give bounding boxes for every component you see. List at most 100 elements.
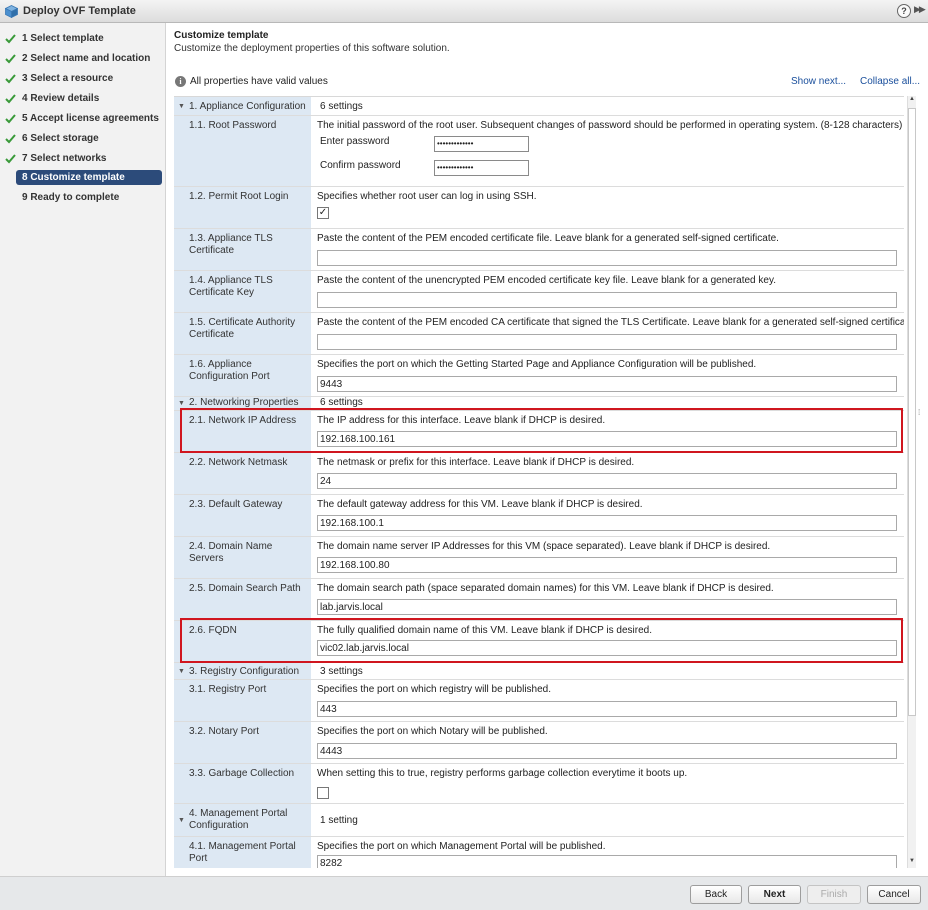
property-label: 4.1. Management Portal Port	[189, 841, 296, 864]
step-label: 2 Select name and location	[22, 53, 151, 64]
property-label: 1.4. Appliance TLS Certificate Key	[189, 275, 273, 298]
scroll-up-icon[interactable]: ▲	[908, 96, 916, 106]
next-button[interactable]: Next	[748, 885, 801, 904]
cancel-button[interactable]: Cancel	[867, 885, 921, 904]
property-network-netmask: 2.2. Network Netmask The netmask or pref…	[174, 453, 904, 495]
step-select-networks[interactable]: 7 Select networks	[0, 151, 166, 168]
property-configuration-port: 1.6. Appliance Configuration Port Specif…	[174, 355, 904, 397]
property-label: 2.4. Domain Name Servers	[189, 541, 273, 564]
step-review-details[interactable]: 4 Review details	[0, 91, 166, 108]
property-label: 1.2. Permit Root Login	[189, 191, 289, 202]
collapse-caret-icon[interactable]: ▼	[178, 400, 185, 407]
step-select-template[interactable]: 1 Select template	[0, 31, 166, 48]
property-description: Paste the content of the unencrypted PEM…	[317, 275, 776, 286]
property-label: 2.5. Domain Search Path	[189, 583, 301, 594]
property-registry-port: 3.1. Registry Port Specifies the port on…	[174, 680, 904, 722]
window-title: Deploy OVF Template	[23, 5, 136, 17]
property-description: The default gateway address for this VM.…	[317, 499, 643, 510]
collapse-all-link[interactable]: Collapse all...	[860, 76, 920, 87]
property-description: Paste the content of the PEM encoded CA …	[317, 317, 904, 328]
expand-icon[interactable]: ▶▶	[914, 4, 926, 15]
property-label: 1.1. Root Password	[189, 120, 277, 131]
registry-port-input[interactable]: 443	[317, 701, 897, 717]
back-button[interactable]: Back	[690, 885, 742, 904]
show-next-link[interactable]: Show next...	[791, 76, 846, 87]
highlight-network-ip	[180, 408, 903, 453]
property-label: 1.3. Appliance TLS Certificate	[189, 233, 273, 256]
checkmark-icon	[5, 154, 16, 164]
property-description: Paste the content of the PEM encoded cer…	[317, 233, 779, 244]
group-count: 6 settings	[320, 397, 363, 408]
page-subtitle: Customize the deployment properties of t…	[174, 43, 450, 54]
step-label: 9 Ready to complete	[22, 192, 120, 203]
group-management-portal-configuration[interactable]: ▼ 4. Management Portal Configuration 1 s…	[174, 804, 904, 837]
resize-grip-icon[interactable]: ⁞	[918, 408, 920, 417]
configuration-port-input[interactable]: 9443	[317, 376, 897, 392]
page-title: Customize template	[174, 30, 269, 41]
step-label: 3 Select a resource	[22, 73, 114, 84]
property-description: The domain search path (space separated …	[317, 583, 774, 594]
checkmark-icon	[5, 94, 16, 104]
notary-port-input[interactable]: 4443	[317, 743, 897, 759]
group-label: 4. Management Portal Configuration	[189, 808, 288, 831]
step-label: 5 Accept license agreements	[22, 113, 159, 124]
collapse-caret-icon[interactable]: ▼	[178, 103, 185, 110]
property-label: 3.3. Garbage Collection	[189, 768, 295, 779]
property-description: Specifies the port on which the Getting …	[317, 359, 757, 370]
tls-certificate-input[interactable]	[317, 250, 897, 266]
ca-certificate-input[interactable]	[317, 334, 897, 350]
property-description: The initial password of the root user. S…	[317, 120, 903, 131]
netmask-input[interactable]: 24	[317, 473, 897, 489]
checkmark-icon	[5, 114, 16, 124]
scroll-down-icon[interactable]: ▼	[908, 858, 916, 868]
properties-table: ▼ 1. Appliance Configuration 6 settings …	[174, 96, 904, 868]
info-icon: i	[175, 76, 186, 87]
step-select-resource[interactable]: 3 Select a resource	[0, 71, 166, 88]
property-garbage-collection: 3.3. Garbage Collection When setting thi…	[174, 764, 904, 804]
collapse-caret-icon[interactable]: ▼	[178, 817, 185, 824]
property-description: The domain name server IP Addresses for …	[317, 541, 771, 552]
property-dns-servers: 2.4. Domain Name Servers The domain name…	[174, 537, 904, 579]
property-label: 2.3. Default Gateway	[189, 499, 283, 510]
tls-key-input[interactable]	[317, 292, 897, 308]
property-root-password: 1.1. Root Password The initial password …	[174, 116, 904, 187]
step-label: 6 Select storage	[22, 133, 99, 144]
checkmark-icon	[5, 134, 16, 144]
dns-servers-input[interactable]: 192.168.100.80	[317, 557, 897, 573]
ovf-template-icon	[5, 5, 18, 18]
group-count: 3 settings	[320, 666, 363, 677]
group-appliance-configuration[interactable]: ▼ 1. Appliance Configuration 6 settings	[174, 97, 904, 116]
step-customize-template[interactable]: 8 Customize template	[0, 170, 166, 187]
scrollbar-thumb[interactable]	[908, 108, 916, 716]
group-label: 3. Registry Configuration	[189, 666, 300, 677]
property-management-portal-port: 4.1. Management Portal Port Specifies th…	[174, 837, 904, 868]
garbage-collection-checkbox[interactable]	[317, 787, 329, 799]
collapse-caret-icon[interactable]: ▼	[178, 668, 185, 675]
property-domain-search-path: 2.5. Domain Search Path The domain searc…	[174, 579, 904, 621]
step-label: 1 Select template	[22, 33, 104, 44]
property-description: Specifies the port on which registry wil…	[317, 684, 552, 695]
properties-scrollbar[interactable]: ▲ ▼	[907, 96, 916, 868]
window-titlebar: Deploy OVF Template ? ▶▶	[0, 0, 928, 23]
property-description: Specifies whether root user can log in u…	[317, 191, 537, 202]
checkmark-icon	[5, 54, 16, 64]
property-description: Specifies the port on which Management P…	[317, 841, 606, 852]
permit-root-checkbox[interactable]: ✓	[317, 207, 329, 219]
gateway-input[interactable]: 192.168.100.1	[317, 515, 897, 531]
step-accept-license[interactable]: 5 Accept license agreements	[0, 111, 166, 128]
property-label: 2.2. Network Netmask	[189, 457, 288, 468]
step-select-storage[interactable]: 6 Select storage	[0, 131, 166, 148]
enter-password-field[interactable]: •••••••••••••	[434, 136, 529, 152]
finish-button[interactable]: Finish	[807, 885, 861, 904]
enter-password-label: Enter password	[320, 136, 390, 147]
help-icon[interactable]: ?	[897, 4, 911, 18]
step-label: 8 Customize template	[22, 172, 125, 183]
group-registry-configuration[interactable]: ▼ 3. Registry Configuration 3 settings	[174, 663, 904, 680]
step-select-name-location[interactable]: 2 Select name and location	[0, 51, 166, 68]
step-ready-to-complete[interactable]: 9 Ready to complete	[0, 190, 166, 207]
confirm-password-field[interactable]: •••••••••••••	[434, 160, 529, 176]
wizard-footer: Back Next Finish Cancel	[0, 876, 928, 910]
search-path-input[interactable]: lab.jarvis.local	[317, 599, 897, 615]
validation-status: All properties have valid values	[190, 76, 328, 87]
management-port-input[interactable]: 8282	[317, 855, 897, 868]
